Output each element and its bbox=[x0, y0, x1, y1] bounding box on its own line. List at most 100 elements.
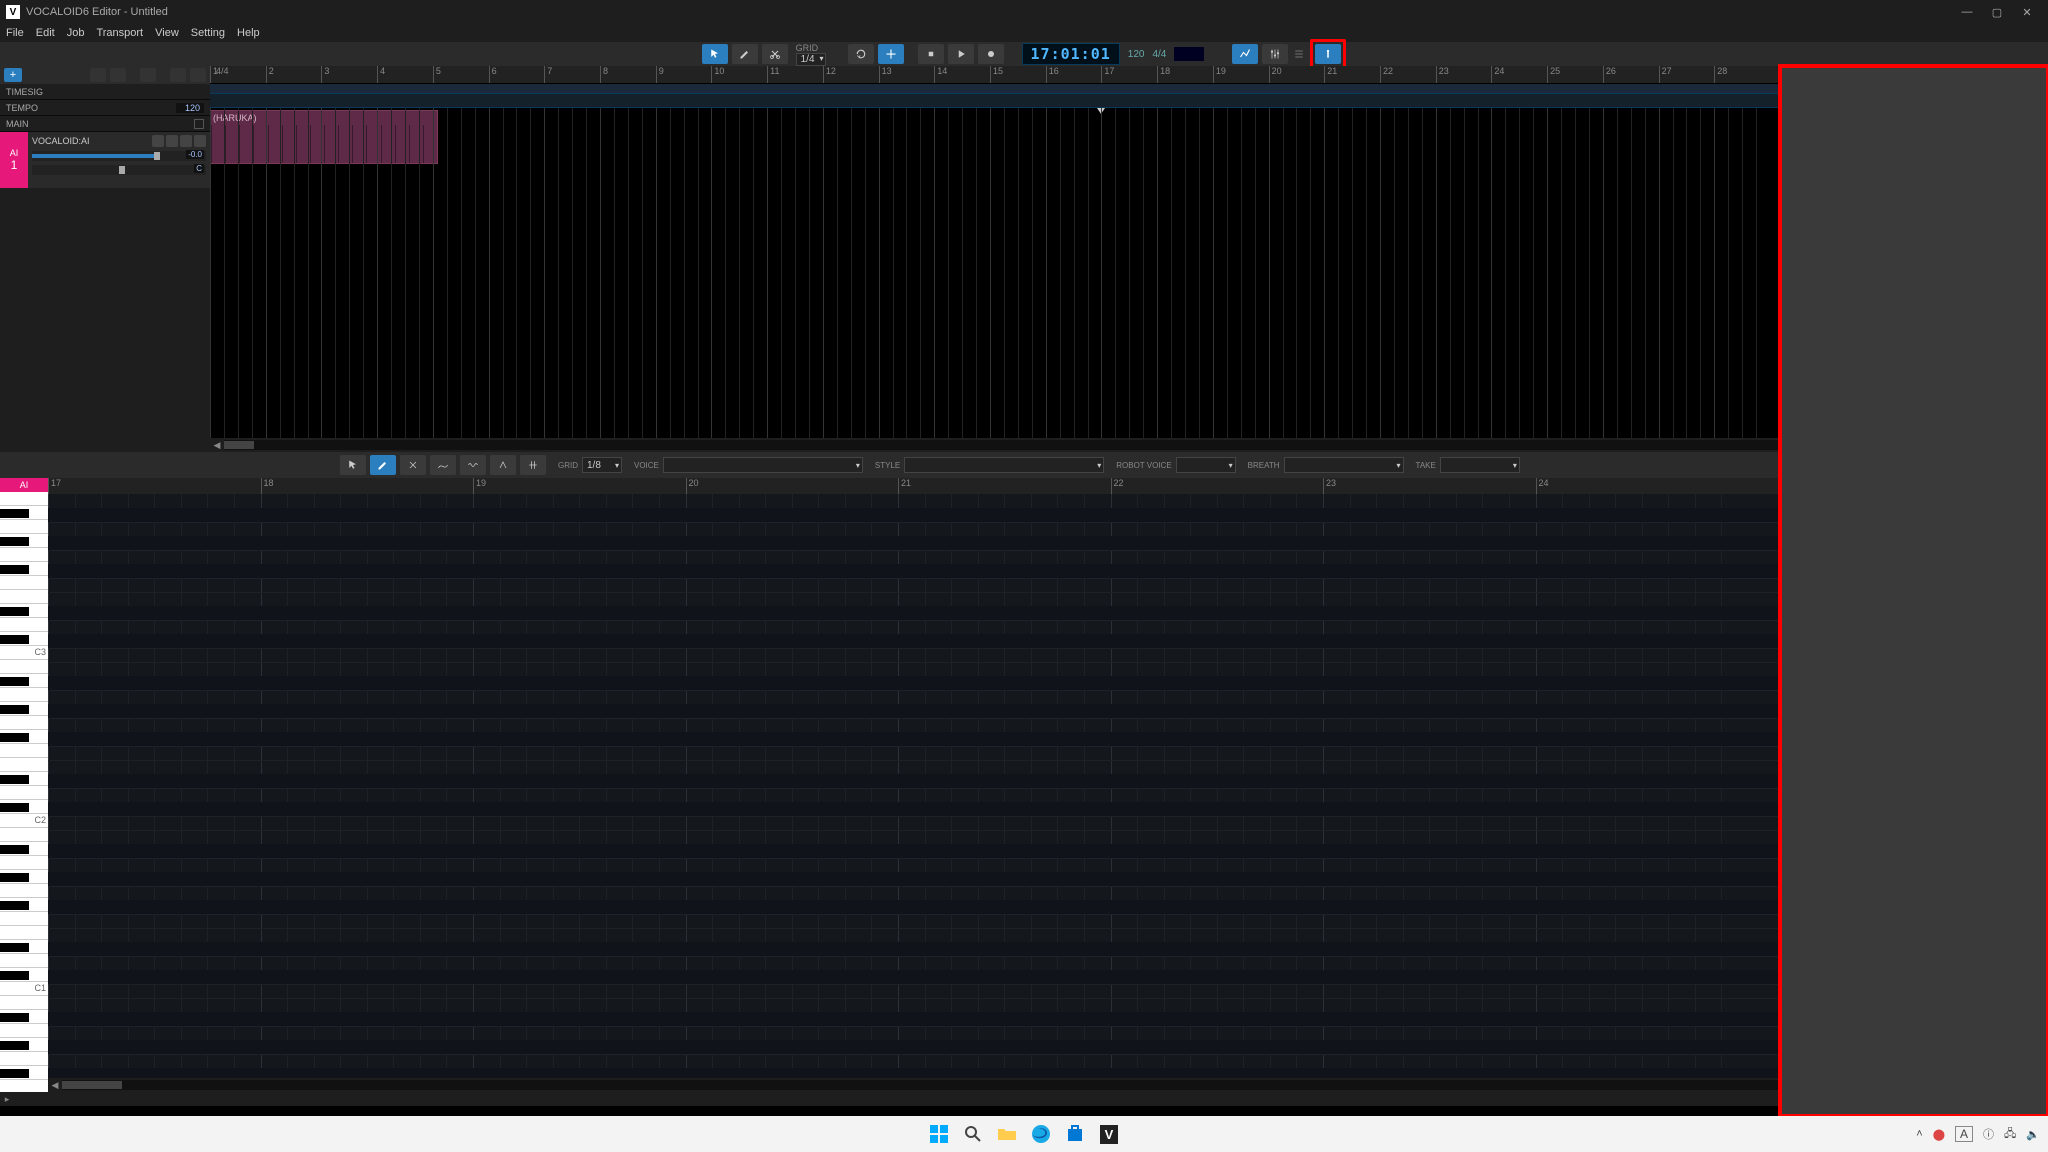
grid-value[interactable]: 1/4 bbox=[796, 53, 826, 66]
track-solo[interactable] bbox=[166, 135, 178, 147]
inspector-panel[interactable] bbox=[1780, 66, 2048, 1116]
tempo-display[interactable]: 120 bbox=[1128, 49, 1145, 60]
pr-scissors-tool[interactable] bbox=[400, 455, 426, 475]
menu-bar: File Edit Job Transport View Setting Hel… bbox=[0, 24, 2048, 42]
breath-label: BREATH bbox=[1248, 461, 1280, 470]
track-mute[interactable] bbox=[152, 135, 164, 147]
search-icon[interactable] bbox=[959, 1120, 987, 1148]
stop-button[interactable] bbox=[918, 44, 944, 64]
vocaloid-taskbar-icon[interactable]: V bbox=[1095, 1120, 1123, 1148]
menu-edit[interactable]: Edit bbox=[36, 27, 55, 39]
ime-indicator[interactable]: A bbox=[1955, 1126, 1973, 1142]
pr-grid-select[interactable]: 1/8 bbox=[582, 457, 622, 473]
tempo-lane[interactable] bbox=[210, 94, 2048, 108]
inspector-toggle[interactable] bbox=[1315, 44, 1341, 64]
pr-scroll-left-icon[interactable]: ◀ bbox=[48, 1080, 62, 1091]
pr-ruler[interactable]: 1718192021222324 bbox=[48, 478, 2048, 494]
main-label: MAIN bbox=[6, 119, 29, 129]
track-rec[interactable] bbox=[180, 135, 192, 147]
menu-transport[interactable]: Transport bbox=[96, 27, 143, 39]
start-icon[interactable] bbox=[925, 1120, 953, 1148]
track-more[interactable] bbox=[194, 135, 206, 147]
track-header[interactable]: AI 1 VOCALOID:AI -0.0 bbox=[0, 132, 210, 188]
timecode-display[interactable]: 17:01:01 bbox=[1022, 43, 1120, 65]
voice-select[interactable] bbox=[663, 457, 863, 473]
track-tool-2[interactable] bbox=[110, 68, 126, 82]
track-name[interactable]: VOCALOID:AI bbox=[32, 136, 90, 146]
menu-view[interactable]: View bbox=[155, 27, 179, 39]
tempo-row[interactable]: TEMPO 120 bbox=[0, 100, 210, 116]
piano-keyboard[interactable]: C3C2C1 bbox=[0, 492, 48, 1092]
pencil-tool[interactable] bbox=[732, 44, 758, 64]
pr-pitch-tool[interactable] bbox=[490, 455, 516, 475]
pr-pointer-tool[interactable] bbox=[340, 455, 366, 475]
title-bar: V VOCALOID6 Editor - Untitled — ▢ ✕ bbox=[0, 0, 2048, 24]
menu-more-icon[interactable] bbox=[1292, 44, 1306, 64]
menu-job[interactable]: Job bbox=[67, 27, 85, 39]
main-toolbar: GRID 1/4 17:01:01 120 4/4 bbox=[0, 42, 2048, 66]
explorer-icon[interactable] bbox=[993, 1120, 1021, 1148]
arrange-view: + TIMESIG TEMPO 120 MAIN AI 1 bbox=[0, 66, 2048, 452]
marker-lane[interactable] bbox=[210, 84, 2048, 94]
pr-timing-tool[interactable] bbox=[520, 455, 546, 475]
pan-slider[interactable]: C bbox=[32, 165, 206, 175]
grid-label: GRID bbox=[796, 43, 819, 53]
tray-network-icon[interactable]: 🖧 bbox=[2004, 1125, 2016, 1144]
menu-file[interactable]: File bbox=[6, 27, 24, 39]
volume-slider[interactable]: -0.0 bbox=[32, 151, 206, 161]
store-icon[interactable] bbox=[1061, 1120, 1089, 1148]
close-button[interactable]: ✕ bbox=[2012, 6, 2042, 19]
pointer-tool[interactable] bbox=[702, 44, 728, 64]
play-button[interactable] bbox=[948, 44, 974, 64]
track-tool-4[interactable] bbox=[170, 68, 186, 82]
main-row[interactable]: MAIN bbox=[0, 116, 210, 132]
edge-icon[interactable] bbox=[1027, 1120, 1055, 1148]
scroll-left-icon[interactable]: ◀ bbox=[210, 440, 224, 451]
main-toggle[interactable] bbox=[194, 119, 204, 129]
arrange-h-scroll[interactable]: ◀ ▶ − + bbox=[210, 438, 2048, 452]
track-tool-1[interactable] bbox=[90, 68, 106, 82]
robot-voice-select[interactable] bbox=[1176, 457, 1236, 473]
track-tool-5[interactable] bbox=[190, 68, 206, 82]
pr-grid[interactable]: 1718192021222324 ◀ ▶ − + bbox=[48, 478, 2048, 1092]
scroll-thumb[interactable] bbox=[224, 441, 254, 449]
arrange-grid-selector[interactable]: GRID 1/4 bbox=[796, 43, 826, 66]
tempo-value[interactable]: 120 bbox=[176, 103, 204, 113]
track-tool-3[interactable] bbox=[140, 68, 156, 82]
pr-body[interactable] bbox=[48, 494, 2048, 1078]
breath-select[interactable] bbox=[1284, 457, 1404, 473]
pr-pencil-tool[interactable] bbox=[370, 455, 396, 475]
track-badge: AI 1 bbox=[0, 132, 28, 188]
pr-h-scroll[interactable]: ◀ ▶ − + bbox=[48, 1078, 2048, 1092]
tray-volume-icon[interactable]: 🔈 bbox=[2026, 1128, 2040, 1141]
menu-help[interactable]: Help bbox=[237, 27, 260, 39]
system-tray: ˄ ⬤ A ⓘ 🖧 🔈 bbox=[1916, 1125, 2040, 1144]
tray-onedrive-icon[interactable]: ⬤ bbox=[1933, 1128, 1945, 1141]
arrange-ruler[interactable]: 4/4 123456789101112131415161718192021222… bbox=[210, 66, 2048, 84]
snap-button[interactable] bbox=[878, 44, 904, 64]
take-select[interactable] bbox=[1440, 457, 1520, 473]
tray-chevron-icon[interactable]: ˄ bbox=[1916, 1128, 1922, 1140]
arrange-body[interactable]: (HARUKA) bbox=[210, 108, 2048, 438]
pr-vibrato-tool[interactable] bbox=[460, 455, 486, 475]
mixer-button[interactable] bbox=[1262, 44, 1288, 64]
timesig-row[interactable]: TIMESIG bbox=[0, 84, 210, 100]
pianoroll-toolbar: GRID 1/8 VOICE STYLE ROBOT VOICE BREATH … bbox=[0, 452, 2048, 478]
scissors-tool[interactable] bbox=[762, 44, 788, 64]
pr-line-tool[interactable] bbox=[430, 455, 456, 475]
add-track-button[interactable]: + bbox=[4, 68, 22, 82]
timesig-display[interactable]: 4/4 bbox=[1152, 49, 1166, 60]
menu-setting[interactable]: Setting bbox=[191, 27, 225, 39]
loop-button[interactable] bbox=[848, 44, 874, 64]
automation-toggle[interactable] bbox=[1232, 44, 1258, 64]
pr-scroll-thumb[interactable] bbox=[62, 1081, 122, 1089]
minimize-button[interactable]: — bbox=[1952, 6, 1982, 18]
tray-info-icon[interactable]: ⓘ bbox=[1983, 1126, 1994, 1142]
highlighted-inspector-button bbox=[1310, 39, 1346, 70]
audio-clip[interactable]: (HARUKA) bbox=[210, 110, 438, 164]
maximize-button[interactable]: ▢ bbox=[1982, 6, 2012, 19]
record-button[interactable] bbox=[978, 44, 1004, 64]
expand-icon[interactable]: ▸ bbox=[0, 1094, 14, 1105]
style-select[interactable] bbox=[904, 457, 1104, 473]
arrange-timeline[interactable]: 4/4 123456789101112131415161718192021222… bbox=[210, 66, 2048, 452]
